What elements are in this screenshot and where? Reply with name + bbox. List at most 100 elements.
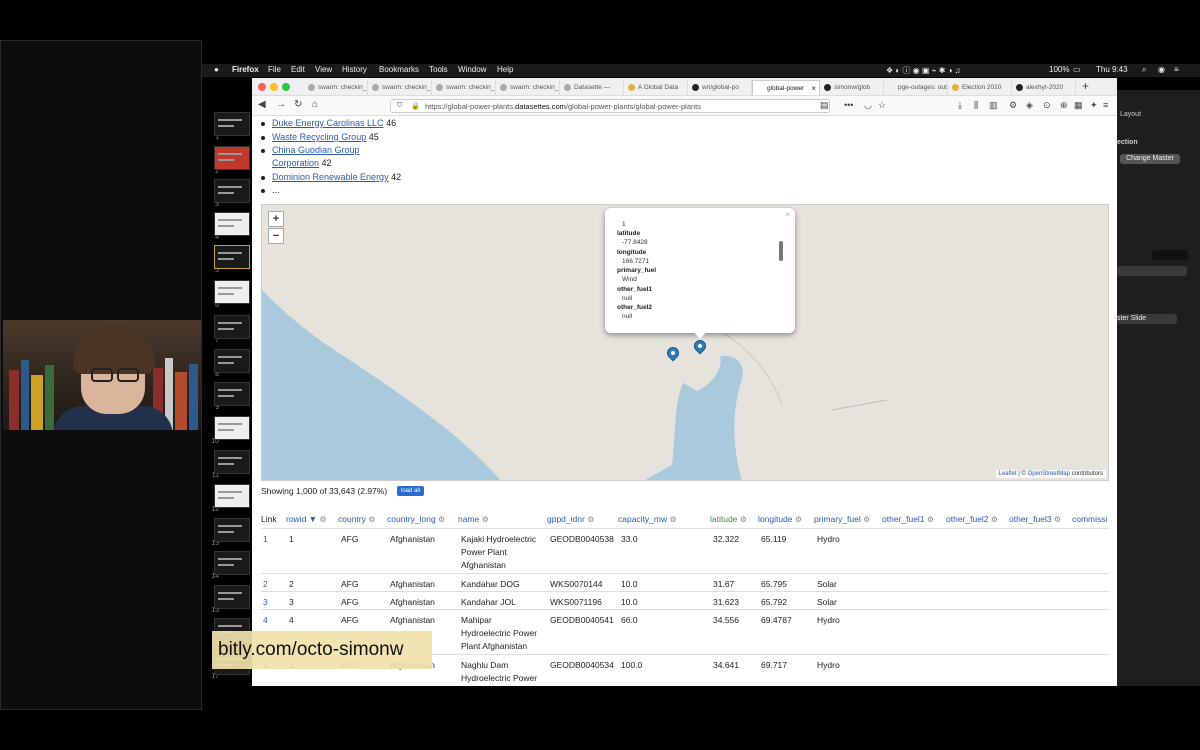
menu-history[interactable]: History: [342, 65, 367, 74]
menu-bookmarks[interactable]: Bookmarks: [379, 65, 419, 74]
owner-link[interactable]: Waste Recycling Group: [272, 132, 366, 142]
menu-edit[interactable]: Edit: [291, 65, 305, 74]
menu-extras-icon[interactable]: ≡: [1174, 65, 1179, 74]
zoom-window-button[interactable]: [282, 83, 290, 91]
col-country-long[interactable]: country_long ⚙: [387, 514, 445, 524]
menu-window[interactable]: Window: [458, 65, 486, 74]
popup-scrollbar[interactable]: [779, 241, 783, 261]
menu-view[interactable]: View: [315, 65, 332, 74]
menu-help[interactable]: Help: [497, 65, 513, 74]
slide-thumbnail[interactable]: [214, 382, 250, 406]
tab-swarm-3[interactable]: swarm: checkin_: [432, 80, 496, 95]
master-slide-button[interactable]: ster Slide: [1117, 314, 1177, 324]
slide-thumbnail[interactable]: [214, 315, 250, 339]
col-other-fuel1[interactable]: other_fuel1 ⚙: [882, 514, 934, 524]
home-icon[interactable]: ⌂: [312, 99, 318, 110]
color-well[interactable]: [1152, 250, 1188, 260]
menu-tools[interactable]: Tools: [429, 65, 448, 74]
extension-icon[interactable]: ▦: [1074, 100, 1083, 111]
gear-icon[interactable]: ⚙: [740, 515, 747, 524]
search-icon[interactable]: ⌕: [1142, 65, 1146, 75]
owner-link[interactable]: Duke Energy Carolinas LLC: [272, 118, 384, 128]
slide-thumbnail[interactable]: [214, 146, 250, 170]
slide-thumbnail[interactable]: [214, 484, 250, 508]
gear-icon[interactable]: ⚙: [368, 515, 375, 524]
new-tab-button[interactable]: +: [1082, 79, 1089, 93]
leaflet-link[interactable]: Leaflet: [999, 471, 1017, 477]
change-master-button[interactable]: Change Master: [1120, 154, 1180, 164]
tab-wri-github[interactable]: wri/global-po: [688, 80, 752, 95]
shield-icon[interactable]: ⛉: [397, 102, 402, 110]
extension-icon[interactable]: ⊙: [1043, 100, 1051, 111]
col-name[interactable]: name ⚙: [458, 514, 489, 524]
extension-icon[interactable]: ◈: [1026, 100, 1033, 111]
osm-link[interactable]: OpenStreetMap: [1028, 471, 1070, 477]
close-window-button[interactable]: [258, 83, 266, 91]
close-tab-icon[interactable]: ×: [811, 84, 816, 93]
menu-icon[interactable]: ≡: [1103, 100, 1108, 110]
col-country[interactable]: country ⚙: [338, 514, 375, 524]
gear-icon[interactable]: ⚙: [587, 515, 594, 524]
page-actions-icon[interactable]: •••: [844, 100, 853, 110]
gear-icon[interactable]: ⚙: [927, 515, 934, 524]
load-all-button[interactable]: load all: [397, 486, 425, 496]
col-commissioning[interactable]: commissi: [1072, 514, 1107, 524]
back-button[interactable]: ◀: [258, 99, 266, 110]
tab-global-data[interactable]: A Global Data: [624, 80, 688, 95]
extension-icon[interactable]: ⚙: [1009, 100, 1017, 111]
menu-file[interactable]: File: [268, 65, 281, 74]
reader-view-icon[interactable]: ▤: [820, 100, 829, 111]
url-bar[interactable]: ⛉ 🔒 https://global-power-plants.datasett…: [390, 99, 830, 113]
tab-swarm-1[interactable]: swarm: checkin_: [304, 80, 368, 95]
user-icon[interactable]: ◉: [1158, 65, 1165, 74]
lock-icon[interactable]: 🔒: [411, 102, 420, 110]
pocket-icon[interactable]: ◡: [864, 100, 872, 111]
sidebar-icon[interactable]: ▥: [989, 100, 998, 111]
row-link[interactable]: 3: [263, 596, 268, 609]
zoom-in-button[interactable]: +: [268, 211, 284, 227]
owner-link[interactable]: Dominion Renewable Energy: [272, 172, 389, 182]
row-link[interactable]: 2: [263, 578, 268, 591]
slide-thumbnail[interactable]: [214, 245, 250, 269]
tab-pge-outages[interactable]: pge-outages: out: [884, 80, 948, 95]
layout-tab[interactable]: Layout: [1120, 111, 1141, 118]
row-link[interactable]: 4: [263, 614, 268, 627]
col-gppd-idnr[interactable]: gppd_idnr ⚙: [547, 514, 594, 524]
col-primary-fuel[interactable]: primary_fuel ⚙: [814, 514, 870, 524]
tab-alexhyt[interactable]: alexhyt-2020: [1012, 80, 1076, 95]
tab-election[interactable]: Election 2020: [948, 80, 1012, 95]
slide-thumbnail[interactable]: [214, 280, 250, 304]
tab-swarm-2[interactable]: swarm: checkin_: [368, 80, 432, 95]
gear-icon[interactable]: ⚙: [991, 515, 998, 524]
slide-thumbnail[interactable]: [214, 212, 250, 236]
downloads-icon[interactable]: ⤓: [958, 100, 962, 111]
slide-thumbnail[interactable]: [214, 112, 250, 136]
gear-icon[interactable]: ⚙: [795, 515, 802, 524]
github-icon[interactable]: ✦: [1090, 100, 1098, 111]
slide-thumbnail[interactable]: [214, 551, 250, 575]
owner-link[interactable]: China Guodian Group: [272, 145, 360, 155]
zoom-out-button[interactable]: −: [268, 228, 284, 244]
row-link[interactable]: 1: [263, 533, 268, 546]
tab-global-power-active[interactable]: global-power ×: [752, 80, 820, 95]
slide-thumbnail[interactable]: [214, 450, 250, 474]
tab-swarm-4[interactable]: swarm: checkin_: [496, 80, 560, 95]
dropdown[interactable]: [1117, 266, 1187, 276]
apple-menu-icon[interactable]: ●: [214, 65, 219, 74]
tab-simonw-glob[interactable]: simonw/glob: [820, 80, 884, 95]
slide-thumbnail[interactable]: [214, 179, 250, 203]
gear-icon[interactable]: ⚙: [319, 515, 326, 524]
library-icon[interactable]: ⫼: [974, 100, 978, 111]
close-icon[interactable]: ×: [785, 210, 790, 219]
slide-thumbnail[interactable]: [214, 416, 250, 440]
gear-icon[interactable]: ⚙: [863, 515, 870, 524]
gear-icon[interactable]: ⚙: [670, 515, 677, 524]
gear-icon[interactable]: ⚙: [438, 515, 445, 524]
map[interactable]: + − × 1 latitude -77.8428 longitude 166.…: [261, 204, 1109, 481]
owner-link[interactable]: Corporation: [272, 158, 319, 168]
slide-thumbnail[interactable]: [214, 518, 250, 542]
gear-icon[interactable]: ⚙: [482, 515, 489, 524]
col-other-fuel2[interactable]: other_fuel2 ⚙: [946, 514, 998, 524]
reload-button[interactable]: ↻: [294, 99, 302, 110]
gear-icon[interactable]: ⚙: [1054, 515, 1061, 524]
